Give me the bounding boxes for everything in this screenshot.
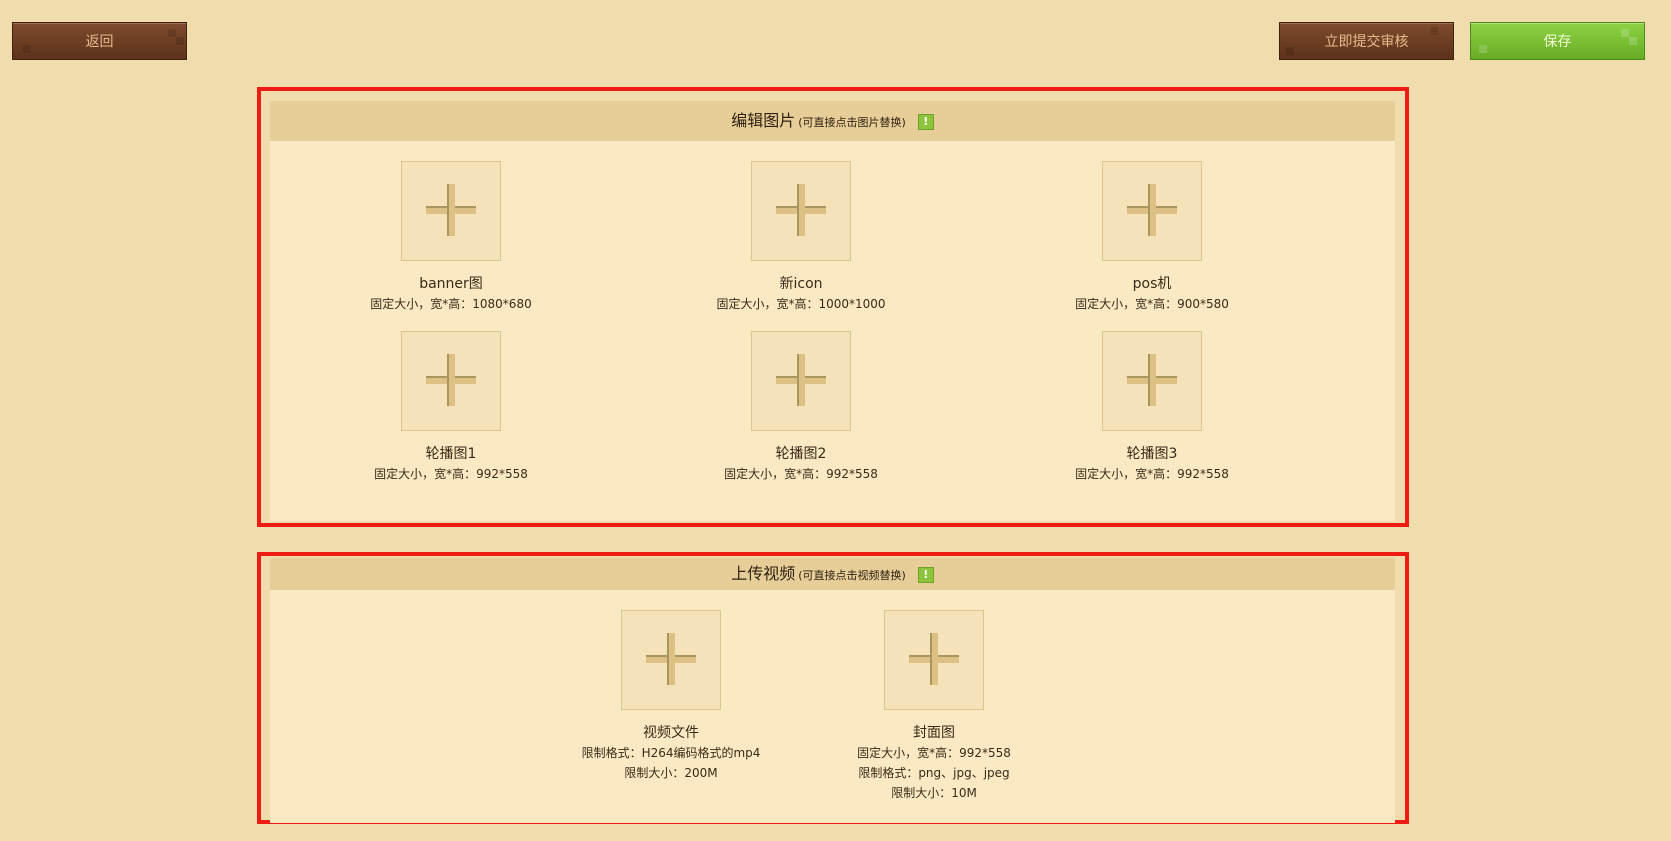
- upload-item-new-icon: 新icon 固定大小，宽*高：1000*1000: [681, 161, 921, 313]
- upload-item-carousel-2: 轮播图2 固定大小，宽*高：992*558: [681, 331, 921, 483]
- item-spec: 固定大小，宽*高：1080*680: [370, 297, 532, 311]
- save-button-label: 保存: [1543, 34, 1572, 50]
- cover-format: 限制格式：png、jpg、jpeg: [858, 766, 1010, 780]
- upload-item-carousel-1: 轮播图1 固定大小，宽*高：992*558: [331, 331, 571, 483]
- upload-cover-button[interactable]: [884, 610, 984, 710]
- item-spec: 固定大小，宽*高：1000*1000: [716, 297, 886, 311]
- upload-item-carousel-3: 轮播图3 固定大小，宽*高：992*558: [1032, 331, 1272, 483]
- save-button[interactable]: 保存: [1470, 22, 1645, 60]
- upload-item-pos: pos机 固定大小，宽*高：900*580: [1032, 161, 1272, 313]
- upload-item-video: 视频文件 限制格式：H264编码格式的mp4 限制大小：200M: [551, 610, 791, 782]
- cover-dimensions: 固定大小，宽*高：992*558: [857, 746, 1011, 760]
- submit-review-button[interactable]: 立即提交审核: [1279, 22, 1454, 60]
- video-format: 限制格式：H264编码格式的mp4: [581, 746, 761, 760]
- item-spec: 固定大小，宽*高：900*580: [1075, 297, 1229, 311]
- item-title: 轮播图2: [775, 446, 827, 462]
- video-section-header: 上传视频 (可直接点击视频替换)!: [270, 558, 1395, 590]
- item-title: 轮播图3: [1126, 446, 1178, 462]
- upload-carousel-2-button[interactable]: [751, 331, 851, 431]
- upload-item-cover: 封面图 固定大小，宽*高：992*558 限制格式：png、jpg、jpeg 限…: [814, 610, 1054, 802]
- upload-item-banner: banner图 固定大小，宽*高：1080*680: [331, 161, 571, 313]
- images-section-title: 编辑图片: [731, 111, 796, 130]
- item-title: banner图: [419, 276, 483, 292]
- video-section-title: 上传视频: [731, 564, 796, 583]
- back-button-label: 返回: [85, 34, 114, 50]
- warning-icon: !: [917, 113, 934, 130]
- upload-video-button[interactable]: [621, 610, 721, 710]
- item-spec: 固定大小，宽*高：992*558: [374, 467, 528, 481]
- item-title: pos机: [1132, 276, 1172, 292]
- item-title: 视频文件: [643, 725, 699, 741]
- upload-new-icon-button[interactable]: [751, 161, 851, 261]
- upload-pos-button[interactable]: [1102, 161, 1202, 261]
- video-size: 限制大小：200M: [624, 766, 718, 780]
- video-section-hint: (可直接点击视频替换): [798, 569, 906, 582]
- upload-carousel-3-button[interactable]: [1102, 331, 1202, 431]
- upload-banner-button[interactable]: [401, 161, 501, 261]
- item-spec: 固定大小，宽*高：992*558: [1075, 467, 1229, 481]
- submit-review-button-label: 立即提交审核: [1324, 34, 1409, 50]
- warning-icon: !: [917, 566, 934, 583]
- video-section: 上传视频 (可直接点击视频替换)! 视频文件 限制格式：H264编码格式的mp4 …: [270, 558, 1395, 823]
- item-spec: 固定大小，宽*高：992*558: [724, 467, 878, 481]
- item-title: 新icon: [779, 276, 823, 292]
- images-section-hint: (可直接点击图片替换): [798, 116, 906, 129]
- item-title: 封面图: [913, 725, 955, 741]
- images-section: 编辑图片 (可直接点击图片替换)! banner图 固定大小，宽*高：1080*6…: [270, 101, 1395, 521]
- images-section-header: 编辑图片 (可直接点击图片替换)!: [270, 101, 1395, 141]
- item-title: 轮播图1: [425, 446, 477, 462]
- back-button[interactable]: 返回: [12, 22, 187, 60]
- cover-size: 限制大小：10M: [891, 786, 977, 800]
- upload-carousel-1-button[interactable]: [401, 331, 501, 431]
